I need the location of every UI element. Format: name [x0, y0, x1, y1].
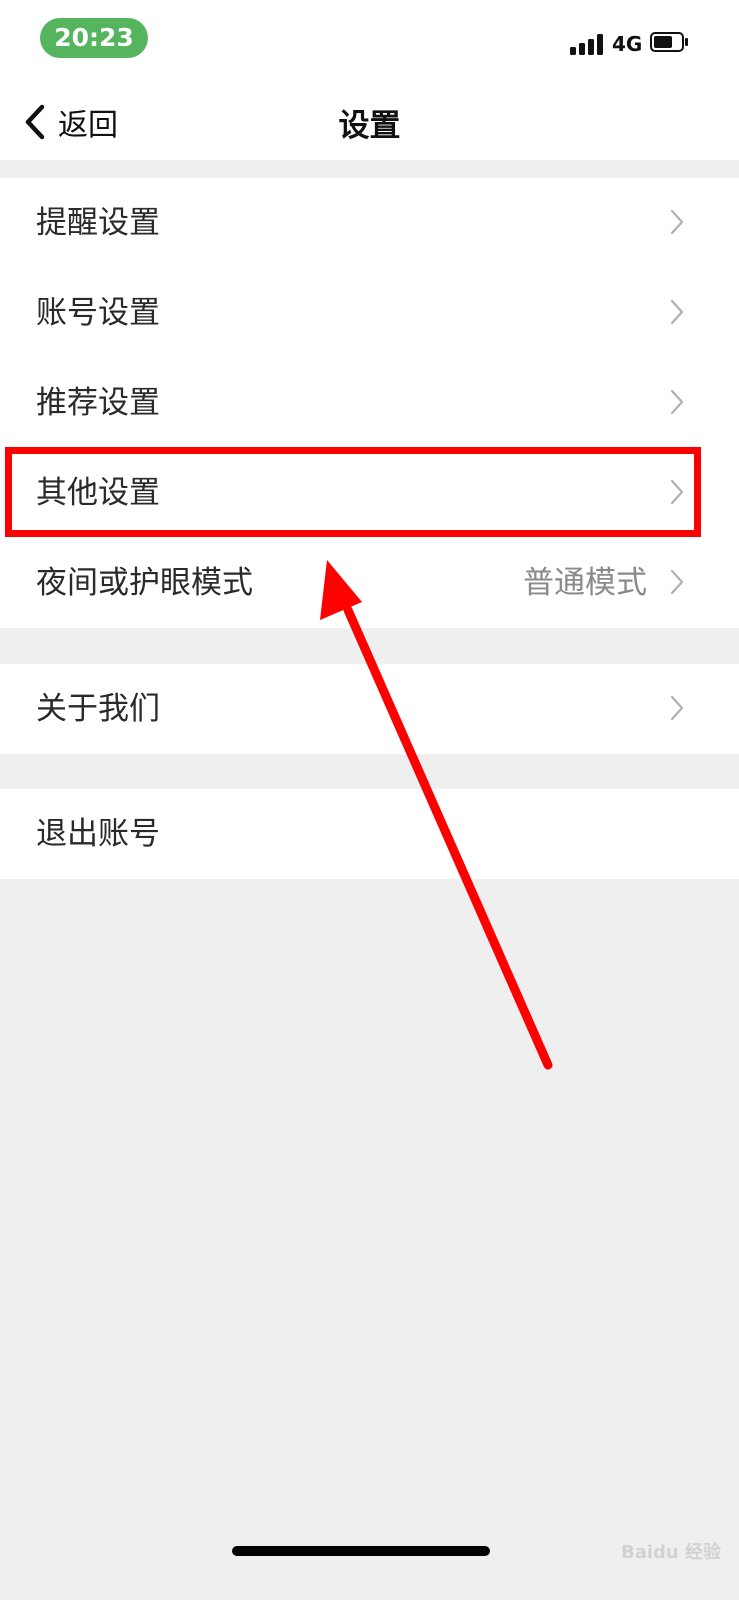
chevron-right-icon: [670, 569, 684, 595]
settings-row-other[interactable]: 其他设置: [0, 448, 739, 538]
row-label: 夜间或护眼模式: [36, 565, 253, 601]
night-mode-value: 普通模式: [523, 565, 647, 601]
chevron-right-icon: [670, 209, 684, 235]
row-label: 账号设置: [36, 295, 160, 331]
settings-row-reminder[interactable]: 提醒设置: [0, 178, 739, 268]
top-bar: 20:23 4G 返回 设置: [0, 0, 739, 160]
signal-icon: [570, 33, 604, 55]
home-indicator: [232, 1546, 490, 1556]
chevron-right-icon: [670, 299, 684, 325]
signal-bar: [588, 39, 594, 55]
page-title: 设置: [338, 108, 401, 144]
logout-button[interactable]: 退出账号: [0, 789, 739, 879]
chevron-right-icon: [670, 695, 684, 721]
settings-row-recommendation[interactable]: 推荐设置: [0, 358, 739, 448]
battery-icon: [650, 32, 688, 54]
row-label: 提醒设置: [36, 205, 160, 241]
row-label: 推荐设置: [36, 385, 160, 421]
settings-row-night-mode[interactable]: 夜间或护眼模式 普通模式: [0, 538, 739, 628]
signal-bar: [579, 43, 585, 55]
navigation-bar: 返回 设置: [0, 94, 739, 150]
settings-row-about-us[interactable]: 关于我们: [0, 664, 739, 754]
settings-group-main: 提醒设置 账号设置 推荐设置 其他设置 夜间或护眼模式 普通模式: [0, 178, 739, 628]
row-label: 其他设置: [36, 475, 160, 511]
network-label: 4G: [612, 32, 643, 56]
battery-tip: [685, 38, 688, 46]
battery-level: [654, 36, 672, 48]
row-label: 关于我们: [36, 691, 160, 727]
logout-label: 退出账号: [36, 816, 160, 852]
chevron-right-icon: [670, 389, 684, 415]
chevron-right-icon: [670, 479, 684, 505]
status-time: 20:23: [40, 18, 148, 58]
settings-group-about: 关于我们: [0, 664, 739, 754]
signal-bar: [597, 34, 603, 55]
baidu-watermark: Baidu 经验: [620, 1542, 721, 1563]
settings-group-logout: 退出账号: [0, 789, 739, 879]
signal-bar: [570, 47, 576, 55]
settings-row-account[interactable]: 账号设置: [0, 268, 739, 358]
